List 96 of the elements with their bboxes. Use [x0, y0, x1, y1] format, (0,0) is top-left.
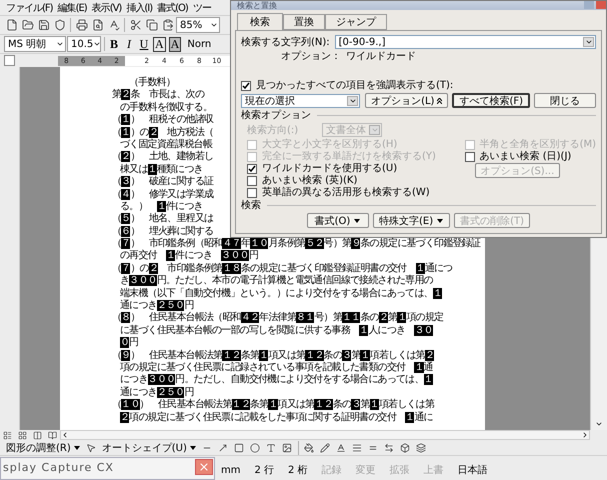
window-title: splay Capture CX [2, 460, 114, 474]
group-heading: 検索 [241, 200, 261, 211]
document-line: につき ３００円。ただし、自動交付機により交付をする場合にあっては、１ [120, 374, 433, 386]
options-value: ワイルドカード [346, 51, 416, 62]
document-line: 通につき ２５０ 円 [120, 300, 194, 312]
document-line: の手数料を徴収する。 [120, 102, 212, 114]
shading-button[interactable]: A [168, 36, 182, 52]
document-line: に基づく住民基本台帳の一部の写しを閲覧に供する事務 １人につき ３０ [120, 324, 433, 337]
menu-item[interactable]: ツー [190, 0, 213, 14]
status-item: 拡張 [388, 464, 411, 477]
checkbox[interactable] [247, 164, 257, 174]
checkbox[interactable] [247, 188, 257, 198]
dialog-button[interactable]: 特殊文字(E) [372, 213, 450, 228]
document-line: 通につき ２５０ 円 [120, 386, 194, 398]
options-label: オプション： [281, 51, 341, 62]
scroll-right-icon[interactable] [581, 431, 589, 439]
status-item: 2 行 [253, 464, 276, 477]
printer-icon[interactable] [74, 18, 89, 32]
font-combo[interactable]: MS 明朝 [4, 36, 66, 52]
italic-button[interactable]: I [123, 38, 135, 50]
caret-icon [72, 444, 81, 452]
checkbox-label: あいまい検索 (日)(J) [480, 151, 572, 162]
group-heading: 検索オプション [241, 110, 311, 121]
font-size-combo[interactable]: 10.5 [67, 36, 101, 52]
document-line: （８） 住民基本台帳法（昭和 ４２年法律第８１号）第 １１条の ２第 １項の規定 [112, 312, 444, 324]
checkbox-label: 見つかったすべての項目を強調表示する(T): [256, 80, 454, 91]
menu-item[interactable]: 挿入(I) [124, 0, 154, 14]
dialog-tab[interactable]: ジャンプ [325, 14, 387, 30]
document-line: （１） 租税その他諸収 [112, 114, 214, 126]
field-label: 検索する文字列(N): [241, 36, 330, 48]
cut-icon[interactable] [128, 18, 143, 32]
bold-button[interactable]: B [108, 38, 120, 50]
underline-button[interactable]: U [138, 38, 150, 50]
scope-select[interactable]: 現在の選択 [241, 94, 360, 108]
document-line: る。） １件につき [120, 200, 203, 212]
draw-menu[interactable]: 図形の調整(R) [4, 440, 83, 454]
close-icon[interactable] [195, 459, 213, 475]
menu-item[interactable]: 書式(O) [155, 0, 190, 14]
document-line: き ３００ 円。ただし、本市の電子計算機と電気通信回線で接続された専用の [120, 275, 433, 288]
dialog-title: 検索と置換 [236, 1, 277, 10]
dialog-button[interactable]: オプション(L) [365, 93, 448, 108]
checkbox-label: 英単語の異なる活用形も検索する(W) [262, 187, 430, 198]
caret-icon [188, 444, 197, 452]
dialog-button[interactable]: 書式(O) [306, 213, 369, 228]
dialog-tab[interactable]: 検索 [237, 13, 283, 30]
checkbox-label: 大文字と小文字を区別する(H) [262, 139, 398, 150]
dialog-button[interactable]: 閉じる [534, 93, 596, 108]
save-icon[interactable] [36, 18, 51, 32]
document-line: 端末機（以下「自動交付機」という。）により交付をする場合にあっては、１ [120, 288, 442, 300]
checkbox[interactable] [247, 176, 257, 186]
menu-item[interactable]: ファイル(F) [4, 0, 55, 14]
status-item: 上書 [422, 464, 445, 477]
horizontal-scrollbar[interactable] [60, 430, 590, 440]
document-line: （７） 市印鑑条例（昭和 ４７年 １０月条例第 ５２号）第 ９条の規定に基づく印鑑登録証 [112, 238, 480, 250]
document-line: （５） 地名、里程又は [112, 213, 214, 226]
folder-icon[interactable] [20, 18, 35, 32]
document-line: 第 ２条 市長は、次の [112, 89, 204, 102]
checkbox-label: ワイルドカードを使用する(U) [262, 163, 398, 174]
checkbox-label: 半角と全角を区別する(M) [480, 139, 596, 150]
zoom-combo[interactable]: 85% [176, 17, 220, 33]
document-line: 棟又は１種類につき [120, 164, 203, 176]
dialog-button[interactable]: すべて検索(F) [452, 93, 530, 108]
autoshapes-menu[interactable]: オートシェイプ(U) [100, 440, 199, 454]
copy-icon[interactable] [144, 18, 159, 32]
status-item: 2 桁 [287, 464, 309, 477]
tab-selector[interactable] [4, 55, 15, 66]
document-line: ２項の規定に基づく住民票に記載をした事項に関する証明書の交付 １通に [120, 412, 433, 424]
document-line: （７）の ２ 市印鑑条例第 １８条の規定に基づく印鑑登録証明書の交付 １通につ [112, 262, 452, 274]
scroll-down-icon[interactable] [595, 420, 603, 428]
document-line: ０円 [120, 337, 138, 350]
style-combo[interactable]: Norn [184, 38, 212, 50]
status-item: 日本語 [456, 464, 489, 477]
double-caret-icon [437, 98, 442, 104]
direction-label: 検索方向(:) [247, 124, 298, 136]
border-button[interactable]: A [153, 36, 166, 52]
checkbox[interactable] [464, 152, 475, 162]
status-item: mm [220, 464, 242, 476]
scroll-left-icon[interactable] [61, 431, 69, 439]
search-field[interactable]: [0-90-9.,] [334, 35, 596, 49]
document-line: の再交付 １件につき ３００ 円 [120, 250, 258, 262]
menu-item[interactable]: 表示(V) [90, 0, 124, 14]
document-line: （２） 土地、建物若し [112, 151, 214, 164]
document-line: づく固定資産課税台帳 [120, 138, 212, 150]
document-line: （１）の ２ 地方税法（ [112, 126, 214, 138]
checkbox[interactable] [241, 80, 251, 90]
document-line: （４） 修学又は学業成 [112, 188, 214, 201]
menu-item[interactable]: 編集(E) [56, 0, 89, 14]
document-line: （手数料） [129, 77, 176, 88]
dialog-tab[interactable]: 置換 [283, 14, 325, 30]
document-line: 項の規定に基づく住民票に記録されている事項を記載した書類の交付 １通 [120, 362, 433, 374]
status-item: 変更 [354, 464, 377, 477]
checkbox-label: あいまい検索 (英)(K) [262, 175, 358, 186]
checkbox-label: 完全に一致する単語だけを検索する(Y) [262, 151, 436, 162]
document-line: （６） 埋火葬に関する [112, 226, 214, 238]
document-line: （３） 破産に関する証 [112, 176, 214, 188]
status-item: 記録 [320, 464, 343, 477]
